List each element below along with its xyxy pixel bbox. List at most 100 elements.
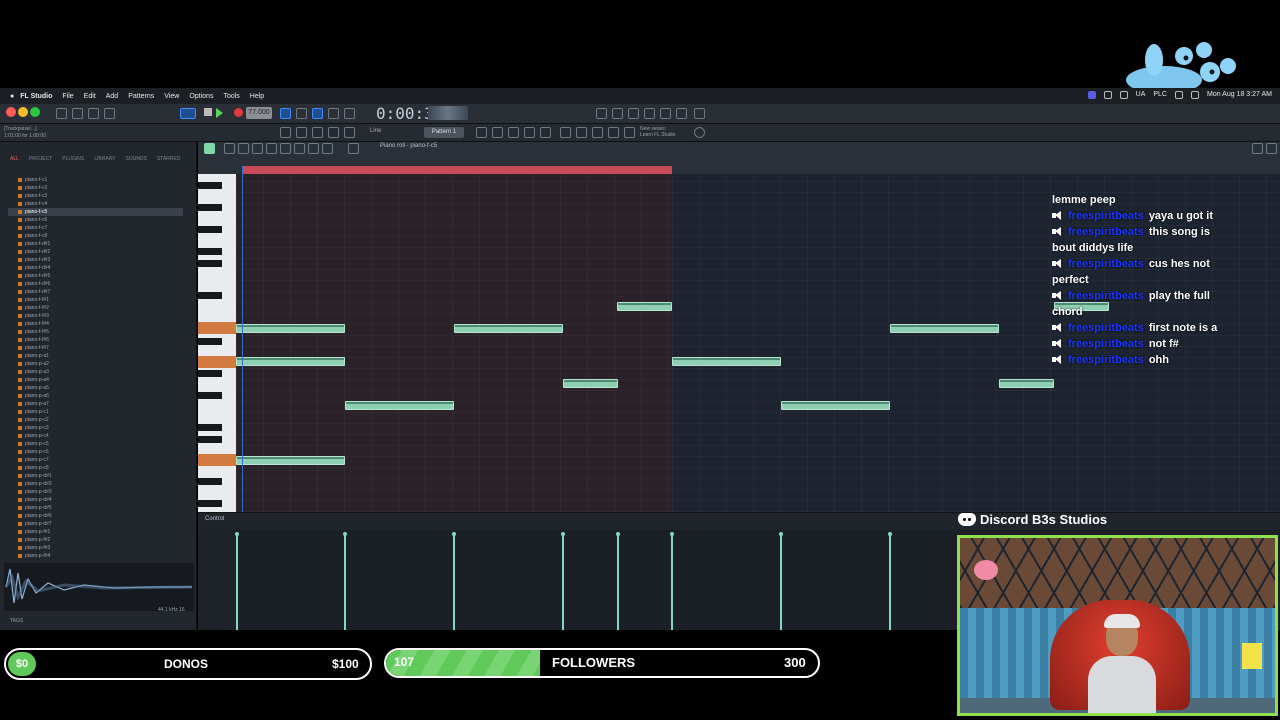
velocity-bar[interactable] (888, 532, 892, 630)
browser-item[interactable]: piano-f-f#2 (18, 304, 183, 312)
browser-tab-library[interactable]: LIBRARY (94, 156, 115, 166)
black-key[interactable] (198, 500, 222, 507)
paint-tool-icon[interactable] (238, 143, 249, 154)
status-icon-2[interactable] (1119, 91, 1128, 99)
browser-tab-all[interactable]: ALL (10, 156, 19, 166)
control-center-icon[interactable] (1191, 91, 1199, 99)
piano-roll-close-icon[interactable] (1266, 143, 1277, 154)
note[interactable] (236, 324, 345, 333)
menu-add[interactable]: Add (106, 93, 118, 100)
playhead[interactable] (242, 166, 243, 512)
browser-item[interactable]: piano-p-a4 (18, 376, 183, 384)
browser-item[interactable]: piano-p-d#5 (18, 504, 183, 512)
menu-options[interactable]: Options (189, 93, 213, 100)
screen-share-icon[interactable] (1087, 91, 1096, 99)
black-key[interactable] (198, 292, 222, 299)
input-language[interactable]: UA (1136, 91, 1146, 99)
tool-icon-1[interactable] (56, 108, 67, 119)
wait-record-icon[interactable] (296, 108, 307, 119)
piano-roll-minimize-icon[interactable] (1252, 143, 1263, 154)
browser-item[interactable]: piano-p-d#6 (18, 512, 183, 520)
play-button[interactable] (216, 108, 223, 118)
browser-item[interactable]: piano-f-f#7 (18, 344, 183, 352)
status-icon-1[interactable] (1103, 91, 1112, 99)
browser-item[interactable]: piano-f-d#7 (18, 288, 183, 296)
delete-tool-icon[interactable] (252, 143, 263, 154)
browser-item[interactable]: piano-p-d#7 (18, 520, 183, 528)
cpu-icon[interactable] (596, 108, 607, 119)
tool-icon-2[interactable] (72, 108, 83, 119)
note[interactable] (454, 324, 563, 333)
mixer-icon[interactable] (524, 127, 535, 138)
browser-tab-project[interactable]: PROJECT (29, 156, 52, 166)
browser-item[interactable]: piano-p-c4 (18, 432, 183, 440)
browser-item[interactable]: piano-f-c8 (18, 232, 183, 240)
tool-icon-16[interactable] (576, 127, 587, 138)
browser-item[interactable]: piano-p-a1 (18, 352, 183, 360)
note[interactable] (345, 401, 454, 410)
browser-item[interactable]: piano-p-c5 (18, 440, 183, 448)
highlighted-key[interactable] (198, 356, 236, 368)
browser-item[interactable]: piano-f-c5 (8, 208, 183, 216)
browser-item[interactable]: piano-f-c7 (18, 224, 183, 232)
playlist-icon[interactable] (476, 127, 487, 138)
tool-icon-18[interactable] (608, 127, 619, 138)
browser-item[interactable]: piano-f-f#6 (18, 336, 183, 344)
pattern-selector[interactable]: Pattern 1 (424, 127, 464, 138)
browser-item[interactable]: piano-f-f#5 (18, 328, 183, 336)
browser-item[interactable]: piano-f-d#4 (18, 264, 183, 272)
news-icon[interactable] (694, 127, 705, 138)
browser-item[interactable]: piano-f-c2 (18, 184, 183, 192)
menu-patterns[interactable]: Patterns (128, 93, 154, 100)
browser-item[interactable]: piano-f-d#5 (18, 272, 183, 280)
tool-icon-8[interactable] (676, 108, 687, 119)
browser-tab-starred[interactable]: STARRED (157, 156, 181, 166)
menu-view[interactable]: View (164, 93, 179, 100)
window-close-button[interactable] (6, 107, 16, 117)
wifi-icon[interactable] (1175, 91, 1183, 99)
apple-icon[interactable]: ● (10, 93, 14, 100)
menu-file[interactable]: File (62, 93, 73, 100)
tool-icon-6[interactable] (628, 108, 639, 119)
loop-region[interactable] (242, 166, 672, 174)
browser-item[interactable]: piano-p-c1 (18, 408, 183, 416)
browser-item[interactable]: piano-p-f#3 (18, 544, 183, 552)
tags-label[interactable]: TAGS (10, 618, 23, 624)
stop-button[interactable] (204, 108, 212, 116)
velocity-bar[interactable] (343, 532, 347, 630)
news-panel[interactable]: New series: Learn FL Studio (640, 126, 675, 138)
browser-item[interactable]: piano-f-c6 (18, 216, 183, 224)
note[interactable] (563, 379, 618, 388)
select-tool-icon[interactable] (294, 143, 305, 154)
browser-item[interactable]: piano-p-a3 (18, 368, 183, 376)
highlighted-key[interactable] (198, 322, 236, 334)
tool-icon-9[interactable] (694, 108, 705, 119)
black-key[interactable] (198, 338, 222, 345)
cart-icon[interactable] (624, 127, 635, 138)
menu-edit[interactable]: Edit (84, 93, 96, 100)
black-key[interactable] (198, 478, 222, 485)
playback-tool-icon[interactable] (322, 143, 333, 154)
velocity-bar[interactable] (235, 532, 239, 630)
window-zoom-button[interactable] (30, 107, 40, 117)
note[interactable] (890, 324, 999, 333)
velocity-bar[interactable] (670, 532, 674, 630)
black-key[interactable] (198, 226, 222, 233)
draw-tool-icon[interactable] (224, 143, 235, 154)
metronome-icon[interactable] (280, 108, 291, 119)
plc-status[interactable]: PLC (1153, 91, 1167, 99)
zoom-tool-icon[interactable] (308, 143, 319, 154)
browser-item[interactable]: piano-p-c2 (18, 416, 183, 424)
tool-icon-14[interactable] (344, 127, 355, 138)
countdown-icon[interactable] (312, 108, 323, 119)
menu-app-name[interactable]: FL Studio (20, 93, 52, 100)
velocity-bar[interactable] (561, 532, 565, 630)
velocity-bar[interactable] (452, 532, 456, 630)
black-key[interactable] (198, 370, 222, 377)
browser-item[interactable]: piano-p-c7 (18, 456, 183, 464)
black-key[interactable] (198, 248, 222, 255)
pattern-song-toggle[interactable] (180, 108, 196, 119)
tool-icon-10[interactable] (280, 127, 291, 138)
velocity-bar[interactable] (779, 532, 783, 630)
browser-item[interactable]: piano-f-c3 (18, 192, 183, 200)
